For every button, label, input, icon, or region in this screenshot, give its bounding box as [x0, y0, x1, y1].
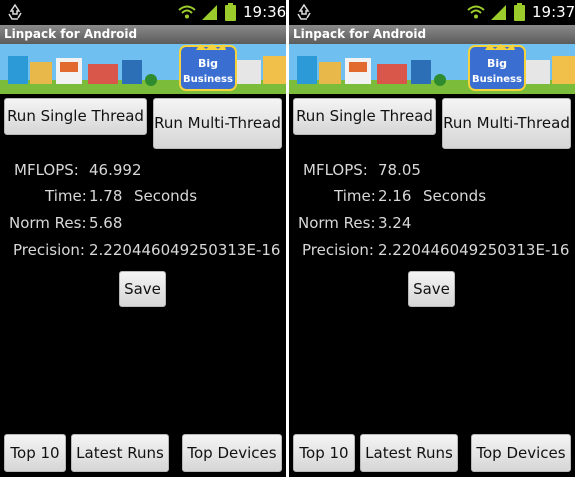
mflops-label: MFLOPS: — [303, 161, 368, 179]
phone-screen-left: 19:36 Linpack for Android Big Business R… — [0, 0, 286, 477]
battery-icon — [514, 3, 525, 21]
status-bar: 19:37 — [289, 0, 575, 25]
recycle-icon — [297, 3, 311, 20]
run-multi-thread-button[interactable]: Run Multi-Thread — [442, 98, 571, 149]
big-business-banner: Big Business — [289, 44, 575, 94]
run-multi-thread-button[interactable]: Run Multi-Thread — [153, 98, 282, 149]
signal-icon — [202, 5, 217, 20]
app-title: Linpack for Android — [0, 25, 286, 44]
banner-logo-big: Big — [487, 57, 507, 70]
wifi-icon — [467, 5, 485, 19]
norm-res-label: Norm Res: — [9, 214, 87, 232]
precision-value: 2.220446049250313E-16 — [378, 241, 570, 259]
precision-label: Precision: — [13, 241, 85, 259]
phone-screen-right: 19:37 Linpack for Android Big Business R… — [289, 0, 575, 477]
save-button[interactable]: Save — [119, 271, 166, 307]
time-value: 1.78 — [89, 187, 123, 205]
mflops-value: 78.05 — [378, 161, 421, 179]
time-unit: Seconds — [423, 187, 487, 205]
precision-label: Precision: — [302, 241, 374, 259]
time-label: Time: — [334, 187, 376, 205]
signal-icon — [491, 5, 506, 20]
top-10-button[interactable]: Top 10 — [293, 434, 355, 472]
save-button[interactable]: Save — [408, 271, 455, 307]
top-devices-button[interactable]: Top Devices — [182, 434, 282, 472]
latest-runs-button[interactable]: Latest Runs — [360, 434, 458, 472]
norm-res-label: Norm Res: — [298, 214, 376, 232]
norm-res-value: 5.68 — [89, 214, 123, 232]
run-single-thread-button[interactable]: Run Single Thread — [4, 98, 147, 135]
top-devices-button[interactable]: Top Devices — [471, 434, 571, 472]
recycle-icon — [8, 3, 22, 20]
mflops-value: 46.992 — [89, 161, 142, 179]
precision-value: 2.220446049250313E-16 — [89, 241, 281, 259]
time-label: Time: — [45, 187, 87, 205]
time-unit: Seconds — [134, 187, 198, 205]
norm-res-value: 3.24 — [378, 214, 412, 232]
time-value: 2.16 — [378, 187, 412, 205]
status-bar: 19:36 — [0, 0, 286, 25]
run-single-thread-button[interactable]: Run Single Thread — [293, 98, 436, 135]
top-10-button[interactable]: Top 10 — [4, 434, 66, 472]
banner-logo-business: Business — [183, 74, 233, 85]
wifi-icon — [178, 5, 196, 19]
big-business-banner: Big Business — [0, 44, 286, 94]
banner-logo-big: Big — [198, 57, 218, 70]
battery-icon — [225, 3, 236, 21]
latest-runs-button[interactable]: Latest Runs — [71, 434, 169, 472]
app-title: Linpack for Android — [289, 25, 575, 44]
banner-logo-business: Business — [472, 74, 522, 85]
mflops-label: MFLOPS: — [14, 161, 79, 179]
status-clock: 19:36 — [243, 3, 286, 21]
status-clock: 19:37 — [532, 3, 575, 21]
